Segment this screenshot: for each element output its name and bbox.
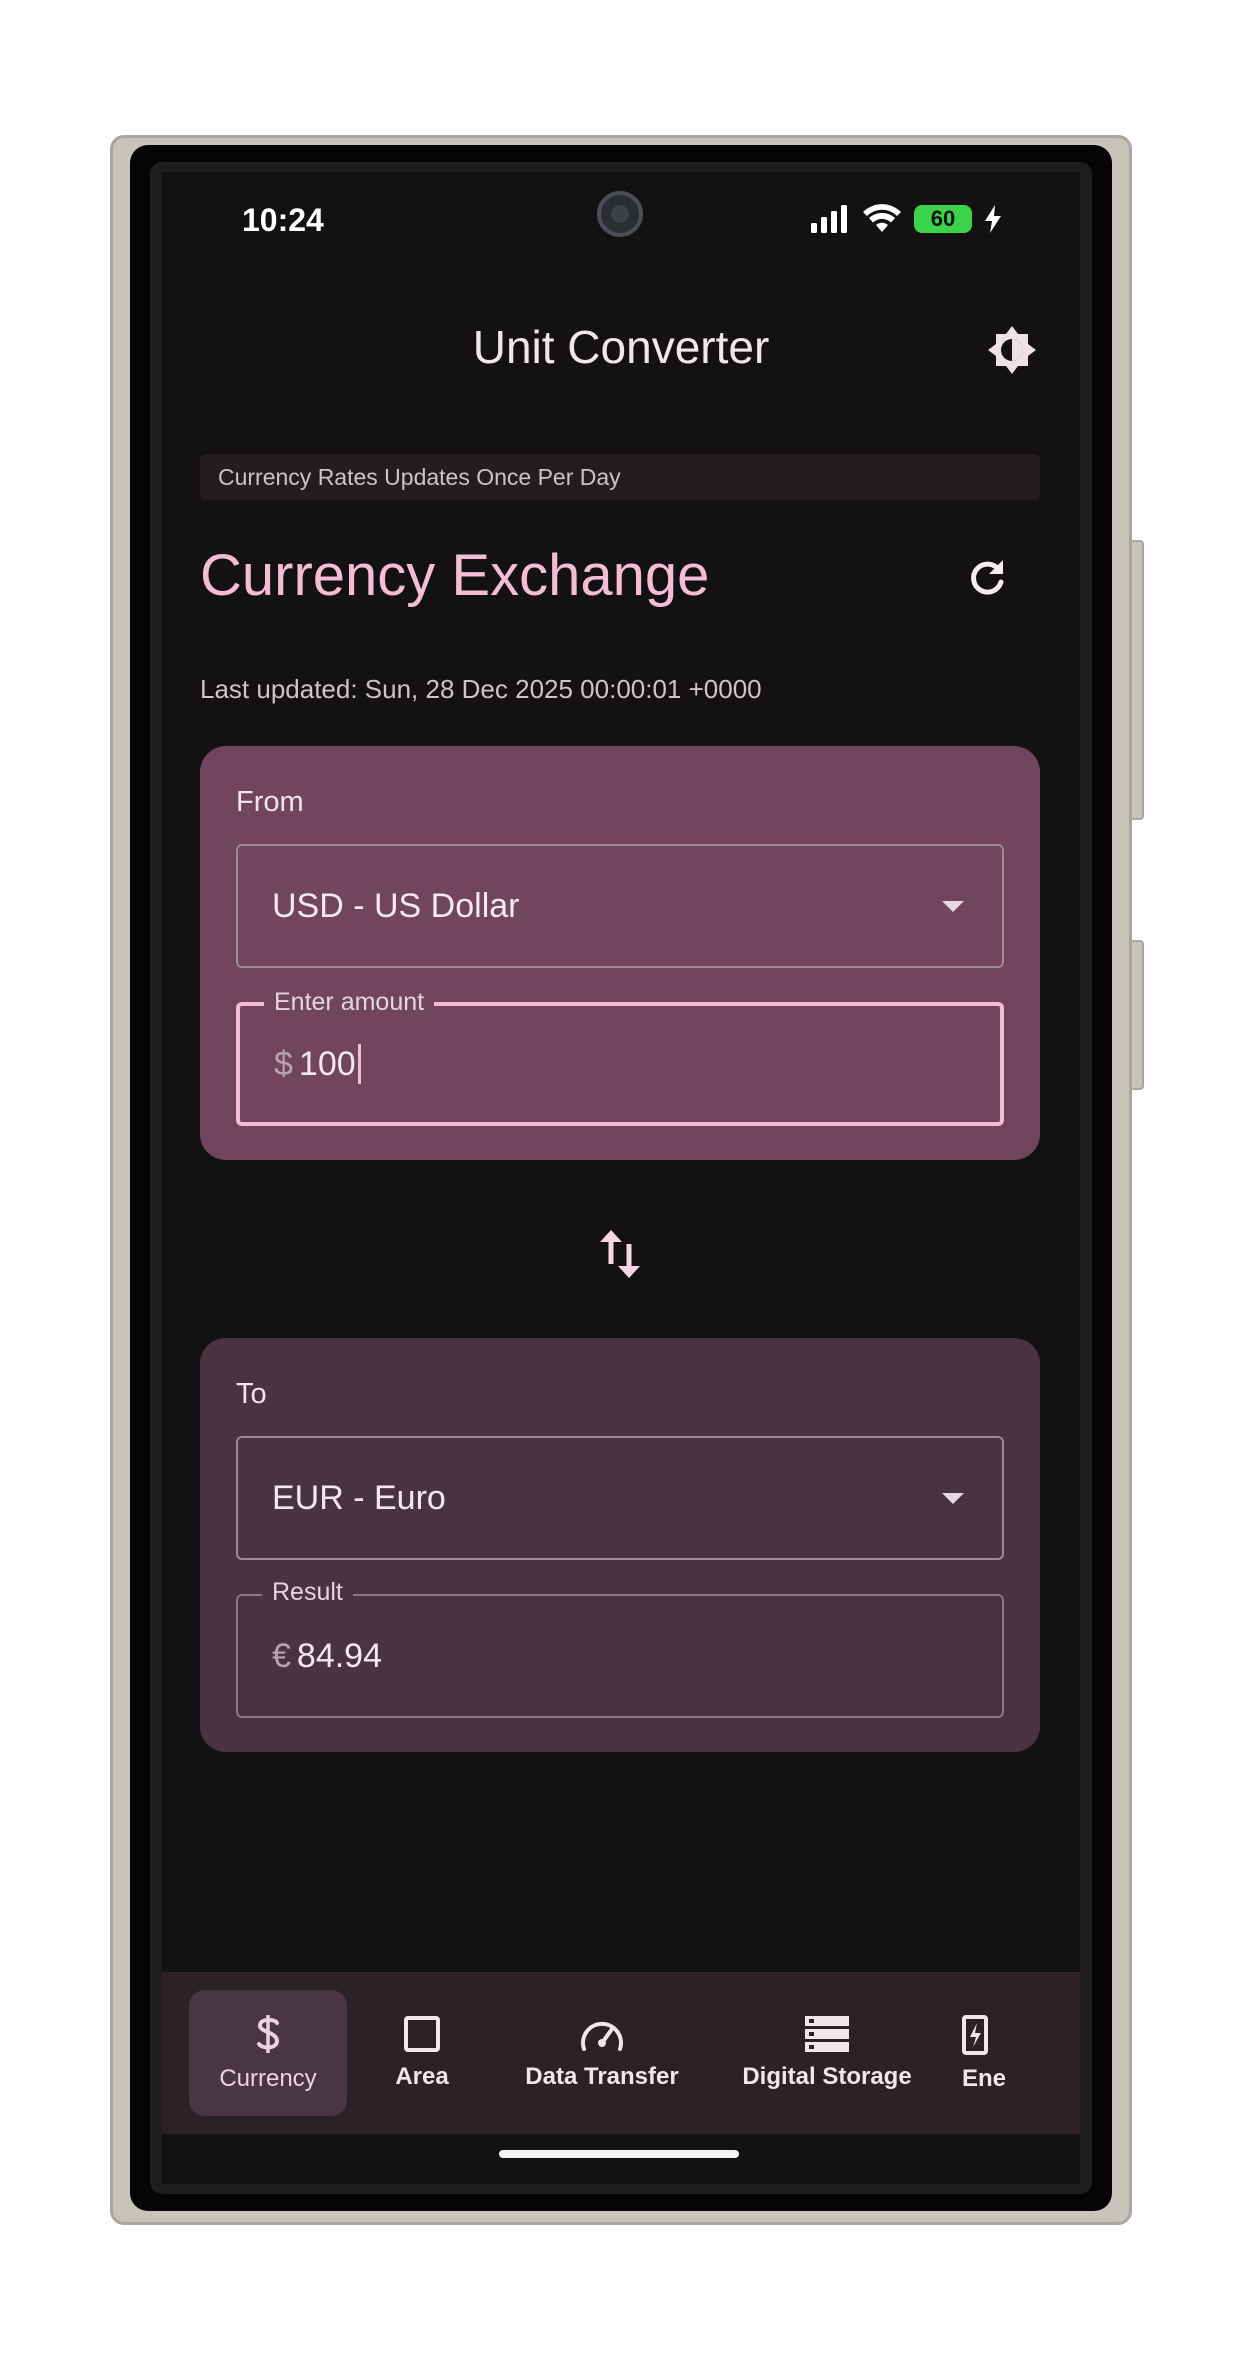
nav-label-data-transfer: Data Transfer — [525, 2063, 679, 2090]
chevron-down-icon — [942, 1493, 964, 1504]
last-updated-text: Last updated: Sun, 28 Dec 2025 00:00:01 … — [200, 674, 762, 704]
amount-input[interactable]: Enter amount $ 100 — [236, 988, 1004, 1126]
wifi-icon — [863, 204, 901, 232]
section-title: Currency Exchange — [200, 543, 710, 608]
energy-icon — [962, 2015, 988, 2055]
bottom-navigation: Currency Area Data Transfer Digital Stor… — [162, 1972, 1080, 2134]
theme-toggle-button[interactable] — [982, 320, 1042, 380]
nav-item-area[interactable]: Area — [362, 1990, 482, 2116]
result-field: Result € 84.94 — [236, 1578, 1004, 1718]
nav-item-data-transfer[interactable]: Data Transfer — [507, 1990, 697, 2116]
nav-label-digital-storage: Digital Storage — [742, 2063, 912, 2090]
dollar-prefix: $ — [274, 1044, 293, 1083]
brightness-icon — [988, 326, 1036, 374]
from-card: From USD - US Dollar Enter amount $ 100 — [200, 746, 1040, 1160]
nav-item-currency[interactable]: Currency — [189, 1990, 347, 2116]
to-currency-select[interactable]: EUR - Euro — [236, 1436, 1004, 1560]
battery-level: 60 — [930, 206, 956, 231]
result-value: 84.94 — [296, 1636, 383, 1675]
to-label: To — [236, 1378, 267, 1410]
amount-value: 100 — [298, 1044, 356, 1083]
front-camera — [597, 191, 643, 237]
amount-input-label: Enter amount — [264, 988, 435, 1017]
to-currency-value: EUR - Euro — [272, 1478, 446, 1517]
from-label: From — [236, 786, 304, 818]
app-title: Unit Converter — [472, 321, 770, 373]
side-button-power — [1130, 540, 1144, 820]
euro-prefix: € — [272, 1636, 291, 1675]
to-card: To EUR - Euro Result € 84.94 — [200, 1338, 1040, 1752]
refresh-button[interactable] — [957, 548, 1017, 608]
rates-notice: Currency Rates Updates Once Per Day — [200, 454, 1040, 500]
phone-screen: 10:24 60 Unit Converter Currency Rates U… — [162, 172, 1080, 2184]
battery-icon: 60 — [914, 205, 972, 233]
storage-icon — [805, 2016, 849, 2052]
charging-icon — [985, 205, 1001, 233]
chevron-down-icon — [942, 901, 964, 912]
status-icons: 60 — [810, 204, 1002, 234]
dollar-icon — [257, 2015, 280, 2053]
signal-icon — [811, 205, 847, 233]
nav-item-digital-storage[interactable]: Digital Storage — [722, 1990, 932, 2116]
status-time: 10:24 — [242, 202, 324, 238]
nav-label-currency: Currency — [219, 2065, 317, 2092]
home-indicator[interactable] — [499, 2150, 739, 2158]
swap-vertical-icon — [600, 1230, 640, 1278]
speedometer-icon — [581, 2021, 623, 2051]
refresh-icon — [971, 560, 1004, 595]
side-button-volume — [1130, 940, 1144, 1090]
square-icon — [404, 2016, 440, 2052]
swap-button[interactable] — [590, 1224, 650, 1284]
nav-label-area: Area — [395, 2063, 449, 2090]
result-label: Result — [262, 1578, 353, 1607]
nav-item-energy[interactable]: Ene — [962, 1990, 1080, 2116]
nav-label-energy: Ene — [962, 2065, 1007, 2092]
text-cursor — [357, 1044, 361, 1084]
from-currency-select[interactable]: USD - US Dollar — [236, 844, 1004, 968]
from-currency-value: USD - US Dollar — [272, 886, 520, 925]
